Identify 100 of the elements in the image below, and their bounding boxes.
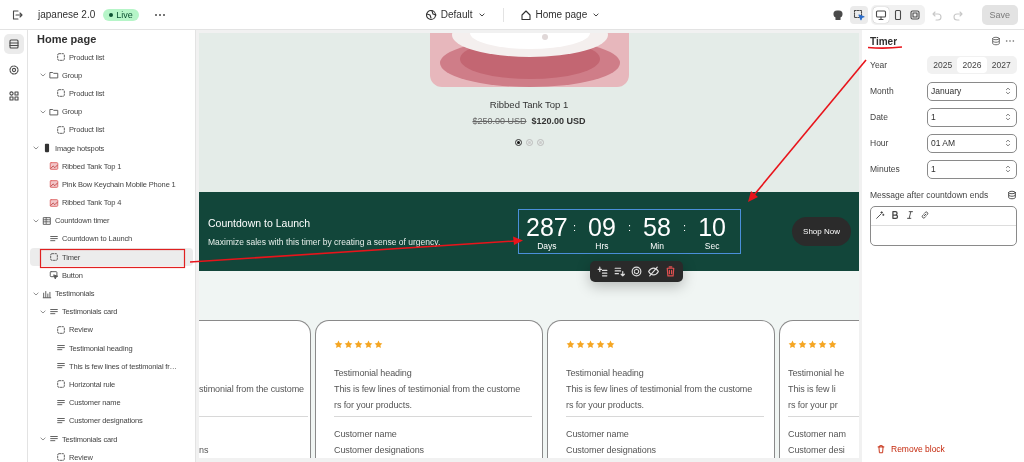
- trash-icon: [876, 444, 886, 454]
- customer-name: Customer name: [566, 429, 629, 439]
- desktop-view-button[interactable]: [872, 6, 889, 23]
- image-icon: [49, 179, 59, 190]
- year-option[interactable]: 2027: [986, 57, 1016, 73]
- shop-now-button[interactable]: Shop Now: [792, 217, 851, 246]
- sections-icon: [7, 38, 20, 50]
- hide-icon: [647, 265, 660, 278]
- star-icon: [788, 340, 797, 349]
- fullscreen-icon: [908, 8, 921, 21]
- home-icon: [519, 8, 532, 21]
- bars-icon: [42, 288, 52, 299]
- star-icon: [566, 340, 575, 349]
- theme-selector[interactable]: Default: [420, 6, 491, 23]
- field-label: Year: [870, 60, 889, 70]
- data-source-button[interactable]: [989, 34, 1003, 48]
- star-icon: [606, 340, 615, 349]
- star-icon: [354, 340, 363, 349]
- countdown-timer[interactable]: 287 Days : 09 Hrs : 58 Min : 10 Sec: [517, 209, 742, 254]
- testimonial-text: rs for your pr: [788, 400, 838, 410]
- star-icon: [808, 340, 817, 349]
- text-lines-icon: [56, 397, 66, 408]
- dashed-square-icon: [56, 324, 66, 335]
- duplicate-icon: [630, 265, 643, 278]
- text-lines-icon: [56, 415, 66, 426]
- sale-price: $120.00 USD: [531, 116, 586, 126]
- italic-icon: [905, 210, 915, 220]
- countdown-description: Maximize sales with this timer by creating a sense of urgency.: [208, 236, 442, 247]
- testimonial-heading: Testimonial heading: [566, 368, 644, 378]
- delete-button[interactable]: [664, 265, 677, 278]
- dashed-square-icon: [56, 379, 66, 390]
- select-field[interactable]: 01 AM: [927, 133, 1017, 153]
- select-field[interactable]: 1: [927, 159, 1017, 179]
- testimonial-text: This is few lines of testimonial from the custome: [566, 384, 753, 394]
- inspector-toggle[interactable]: [849, 5, 868, 24]
- remove-block-button[interactable]: Remove block: [870, 444, 951, 454]
- page-selector[interactable]: Home page: [515, 6, 606, 23]
- timer-unit: Min: [650, 241, 664, 251]
- folder-icon: [49, 70, 59, 81]
- compare-price: $250.00 USD: [472, 116, 527, 126]
- field-label: Date: [870, 112, 889, 122]
- timer-value: 10: [698, 213, 726, 241]
- up-down-icon: [1003, 86, 1013, 96]
- customer-name: Customer nam: [788, 429, 846, 439]
- timer-unit: Days: [537, 241, 557, 251]
- database-icon[interactable]: [1007, 190, 1017, 200]
- panel-title: Home page: [36, 32, 98, 47]
- field-label: Month: [870, 86, 895, 96]
- bold-button[interactable]: [890, 210, 900, 222]
- status-badge: Live: [103, 8, 139, 21]
- delete-icon: [664, 265, 677, 278]
- move-up-button[interactable]: [596, 265, 609, 278]
- magic-button[interactable]: [875, 210, 885, 222]
- year-option[interactable]: 2025: [928, 57, 958, 73]
- move-down-button[interactable]: [613, 265, 626, 278]
- link-button[interactable]: [920, 210, 930, 222]
- countdown-heading: Countdown to Launch: [208, 216, 312, 229]
- sections-tab[interactable]: [3, 34, 24, 54]
- dashed-square-icon: [49, 252, 59, 263]
- year-option[interactable]: 2026: [957, 57, 987, 73]
- cursor-icon: [49, 270, 59, 281]
- settings-icon: [7, 64, 20, 76]
- dashed-square-icon: [56, 124, 66, 135]
- star-icon: [818, 340, 827, 349]
- dashed-square-icon: [56, 88, 66, 99]
- italic-button[interactable]: [905, 210, 915, 222]
- customer-designation: ns: [199, 445, 209, 455]
- testimonial-text: rs for your products.: [334, 400, 412, 410]
- move-down-icon: [613, 265, 626, 278]
- timer-separator: :: [683, 221, 687, 233]
- timer-unit: Hrs: [595, 241, 609, 251]
- up-down-icon: [1003, 112, 1013, 122]
- product-title[interactable]: Ribbed Tank Top 1: [489, 99, 569, 110]
- text-lines-icon: [49, 306, 59, 317]
- select-field[interactable]: January: [927, 81, 1017, 101]
- select-field[interactable]: 1: [927, 107, 1017, 127]
- testimonial-heading: Testimonial he: [788, 368, 845, 378]
- field-label: Minutes: [870, 164, 901, 174]
- grid-icon: [42, 215, 52, 226]
- star-icon: [576, 340, 585, 349]
- phone-icon: [42, 143, 52, 154]
- timer-value: 58: [643, 213, 671, 241]
- customer-designation: Customer desi: [788, 445, 845, 455]
- panel-title: Timer: [870, 35, 899, 47]
- star-icon: [596, 340, 605, 349]
- desktop-icon: [874, 8, 887, 21]
- star-icon: [364, 340, 373, 349]
- customer-name: Customer name: [334, 429, 397, 439]
- testimonial-text: This is few lines of testimonial from the custome: [334, 384, 521, 394]
- globe-icon: [424, 8, 437, 21]
- image-icon: [49, 197, 59, 208]
- star-icon: [344, 340, 353, 349]
- exit-icon: [11, 8, 23, 21]
- move-up-icon: [596, 265, 609, 278]
- duplicate-button[interactable]: [630, 265, 643, 278]
- testimonial-text: rs for your products.: [566, 400, 644, 410]
- hide-button[interactable]: [647, 265, 660, 278]
- testimonial-heading: Testimonial heading: [334, 368, 412, 378]
- star-icon: [374, 340, 383, 349]
- magic-icon: [875, 210, 885, 220]
